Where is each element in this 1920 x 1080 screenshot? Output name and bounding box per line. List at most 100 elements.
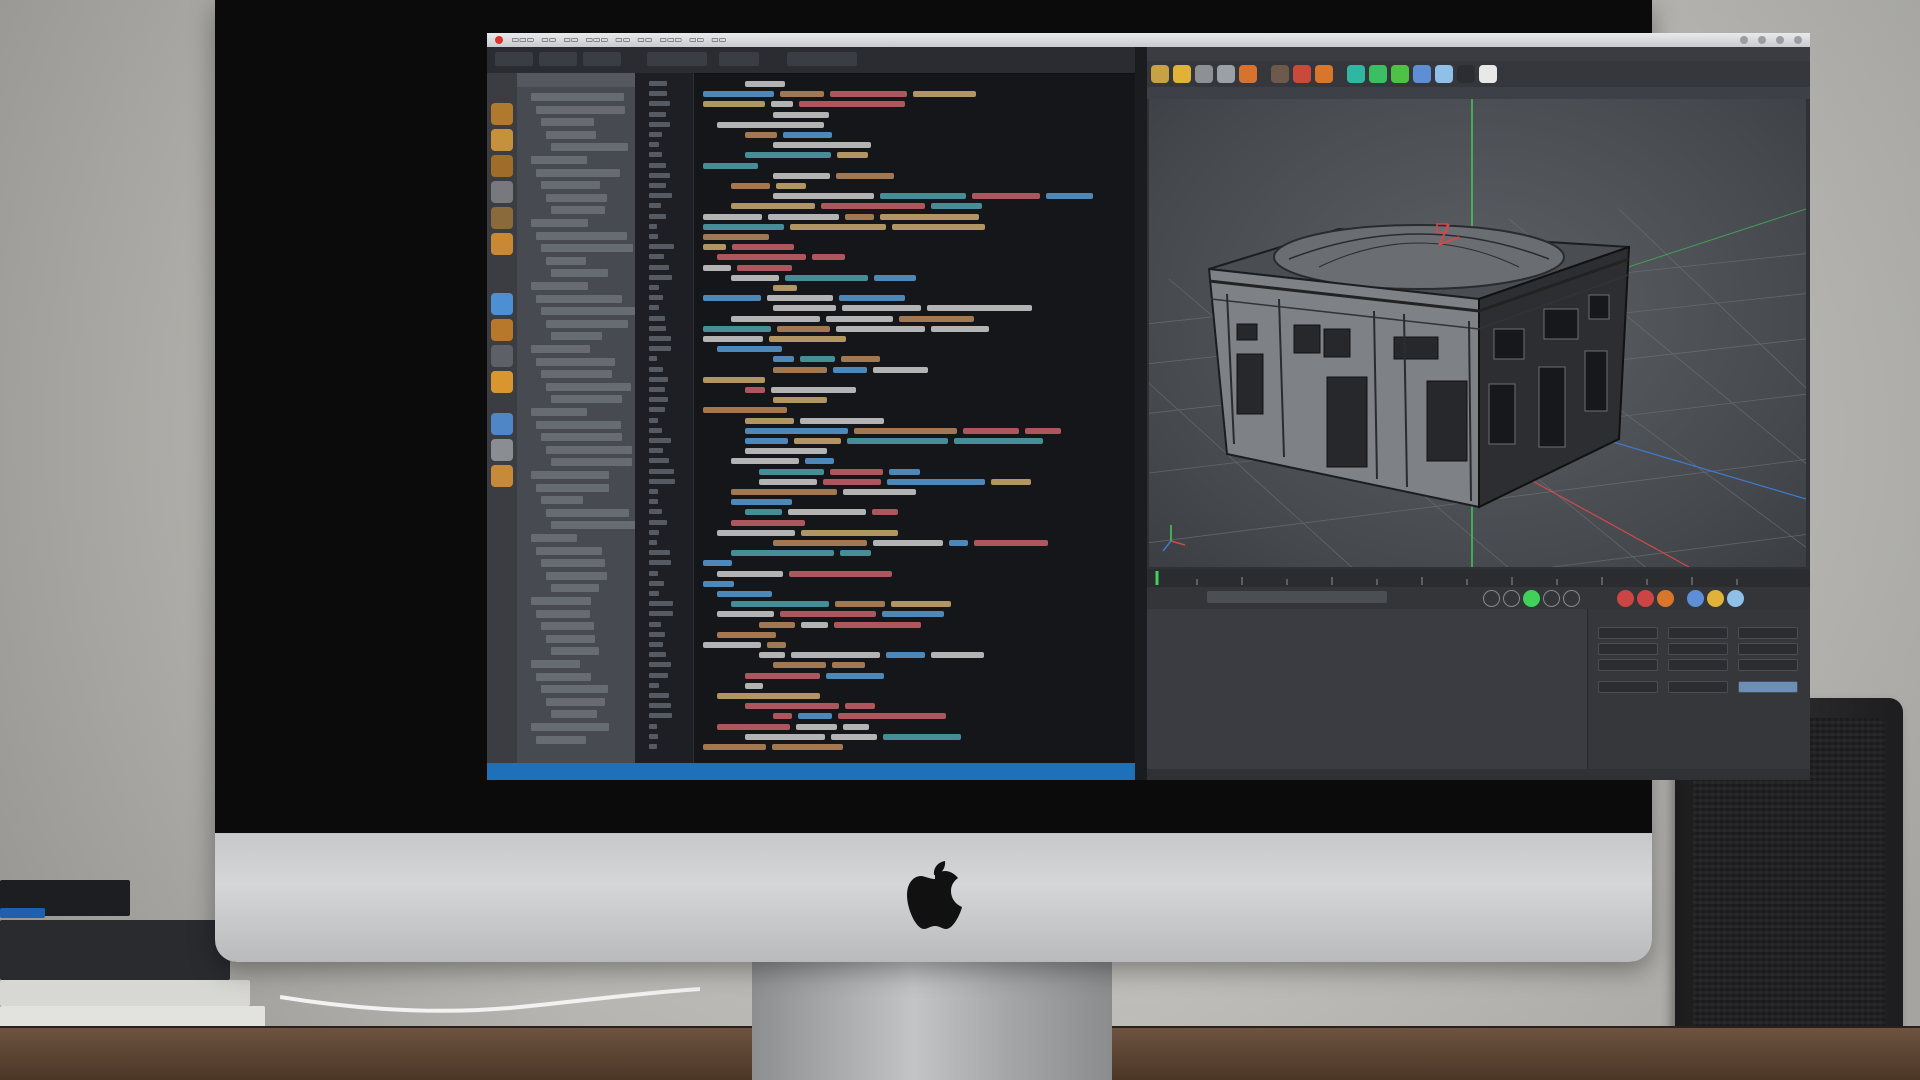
outliner-item[interactable]	[551, 521, 646, 530]
outliner-item[interactable]	[546, 382, 631, 391]
outliner-item[interactable]	[531, 471, 609, 479]
outliner-item[interactable]	[541, 433, 623, 442]
coord-field[interactable]	[1598, 627, 1658, 639]
coord-field[interactable]	[1598, 659, 1658, 671]
outliner-item[interactable]	[531, 534, 578, 542]
outliner-item[interactable]	[546, 634, 596, 643]
tool-icon[interactable]	[491, 181, 513, 203]
code-area[interactable]	[693, 73, 1135, 763]
outliner-item[interactable]	[541, 307, 636, 316]
outliner-item[interactable]	[551, 395, 622, 404]
outliner-item[interactable]	[551, 332, 603, 341]
key-button[interactable]	[1657, 590, 1674, 607]
editor-tab[interactable]	[495, 52, 533, 66]
tool-icon[interactable]	[1391, 65, 1409, 83]
menu-item[interactable]: ▭▭	[689, 35, 704, 44]
outliner-item[interactable]	[531, 408, 588, 416]
outliner-item[interactable]	[536, 294, 622, 303]
outliner-item[interactable]	[531, 660, 581, 668]
tool-icon[interactable]	[1271, 65, 1289, 83]
outliner-item[interactable]	[536, 105, 626, 114]
outliner-item[interactable]	[546, 193, 608, 202]
next-frame-button[interactable]	[1543, 590, 1560, 607]
outliner-item[interactable]	[546, 508, 630, 517]
editor-tab[interactable]	[539, 52, 577, 66]
3d-viewport[interactable]	[1149, 99, 1806, 567]
next-key-button[interactable]	[1563, 590, 1580, 607]
menu-item[interactable]: ▭▭	[541, 35, 556, 44]
coord-field[interactable]	[1668, 643, 1728, 655]
tool-icon[interactable]	[491, 413, 513, 435]
tool-icon[interactable]	[1347, 65, 1365, 83]
apply-button[interactable]	[1738, 681, 1798, 693]
outliner-item[interactable]	[541, 244, 634, 253]
outliner-item[interactable]	[541, 181, 600, 190]
outliner-item[interactable]	[551, 647, 600, 656]
tool-icon[interactable]	[1413, 65, 1431, 83]
tool-icon[interactable]	[1457, 65, 1475, 83]
outliner-item[interactable]	[531, 345, 590, 353]
outliner-item[interactable]	[531, 723, 609, 731]
outliner-item[interactable]	[541, 370, 612, 379]
key-options-button[interactable]	[1687, 590, 1704, 607]
autokey-button[interactable]	[1637, 590, 1654, 607]
tool-icon[interactable]	[491, 207, 513, 229]
coord-field[interactable]	[1738, 627, 1798, 639]
outliner-item[interactable]	[546, 130, 596, 139]
tool-icon[interactable]	[1293, 65, 1311, 83]
scale-tool-icon[interactable]	[1173, 65, 1191, 83]
outliner-item[interactable]	[546, 256, 587, 265]
menu-item[interactable]: ▭▭▭	[585, 35, 608, 44]
tool-icon[interactable]	[1435, 65, 1453, 83]
editor-tab[interactable]	[583, 52, 621, 66]
outliner-item[interactable]	[536, 483, 609, 492]
outliner-item[interactable]	[546, 571, 607, 580]
prev-frame-button[interactable]	[1503, 590, 1520, 607]
key-options-button[interactable]	[1707, 590, 1724, 607]
outliner-item[interactable]	[541, 685, 608, 694]
tool-icon[interactable]	[491, 103, 513, 125]
outliner-item[interactable]	[551, 143, 629, 152]
tool-icon[interactable]	[1369, 65, 1387, 83]
coord-field[interactable]	[1738, 659, 1798, 671]
move-tool-icon[interactable]	[1151, 65, 1169, 83]
outliner-item[interactable]	[541, 496, 584, 505]
tool-icon[interactable]	[1239, 65, 1257, 83]
outliner-item[interactable]	[551, 458, 633, 467]
light-tool-icon[interactable]	[1479, 65, 1497, 83]
tool-icon[interactable]	[491, 293, 513, 315]
tool-icon[interactable]	[491, 439, 513, 461]
tool-icon[interactable]	[491, 371, 513, 393]
outliner-item[interactable]	[551, 710, 597, 719]
editor-tab[interactable]	[719, 52, 759, 66]
tool-icon[interactable]	[491, 233, 513, 255]
coord-field[interactable]	[1668, 659, 1728, 671]
outliner-item[interactable]	[536, 231, 627, 240]
outliner-item[interactable]	[536, 735, 586, 744]
outliner-item[interactable]	[536, 546, 602, 555]
tool-icon[interactable]	[491, 345, 513, 367]
key-options-button[interactable]	[1727, 590, 1744, 607]
outliner-item[interactable]	[536, 357, 615, 366]
outliner-item[interactable]	[531, 597, 591, 605]
menu-item[interactable]: ▭▭▭	[512, 35, 535, 44]
minimize-icon[interactable]	[1740, 36, 1748, 44]
outliner-item[interactable]	[541, 118, 594, 127]
outliner-item[interactable]	[551, 584, 600, 593]
outliner-item[interactable]	[541, 559, 606, 568]
outliner-item[interactable]	[536, 168, 620, 177]
tool-icon[interactable]	[491, 155, 513, 177]
outliner-item[interactable]	[546, 319, 628, 328]
frame-slider[interactable]	[1207, 591, 1387, 603]
outliner-item[interactable]	[551, 206, 605, 215]
settings-icon[interactable]	[1776, 36, 1784, 44]
editor-tab[interactable]	[787, 52, 857, 66]
outliner-item[interactable]	[531, 156, 588, 164]
outliner-item[interactable]	[536, 420, 621, 429]
restore-icon[interactable]	[1758, 36, 1766, 44]
play-button[interactable]	[1523, 590, 1540, 607]
tool-icon[interactable]	[491, 129, 513, 151]
prev-key-button[interactable]	[1483, 590, 1500, 607]
coord-field[interactable]	[1738, 643, 1798, 655]
outliner-item[interactable]	[531, 219, 589, 227]
